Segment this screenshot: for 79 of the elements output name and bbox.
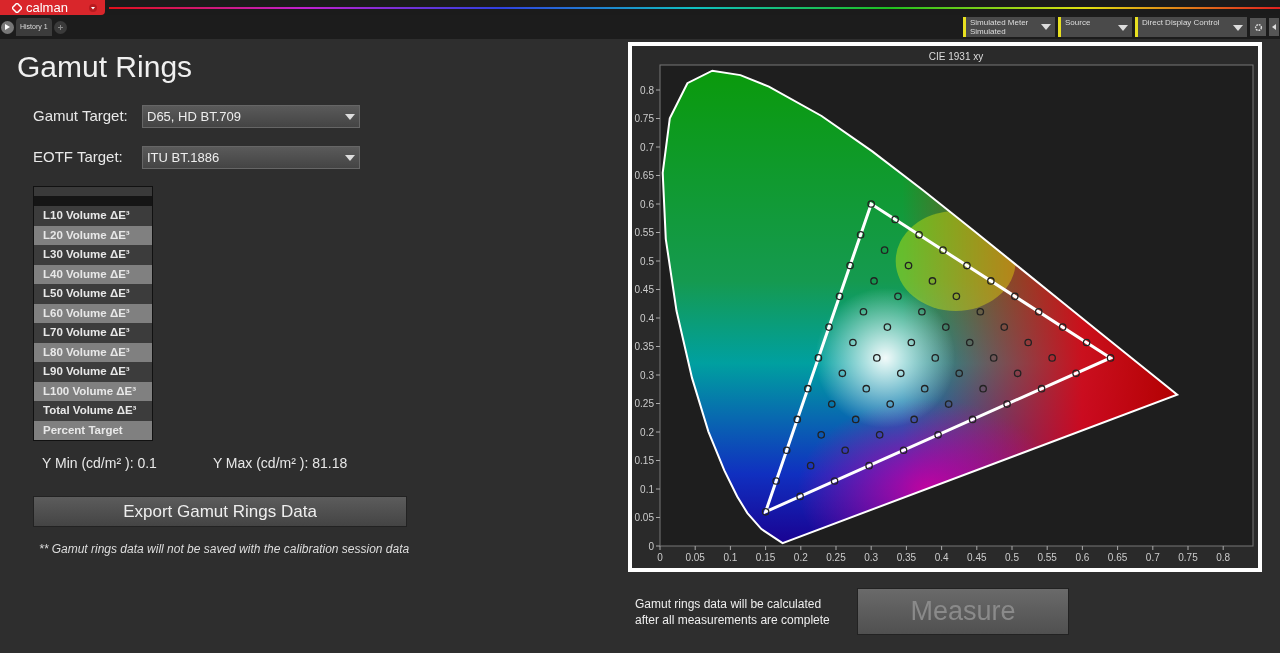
y-tick-label: 0.75 xyxy=(634,113,654,124)
row-header: L90 Volume ΔE³ xyxy=(34,362,152,382)
y-tick-label: 0 xyxy=(648,540,654,552)
x-tick-label: 0.8 xyxy=(1216,552,1231,563)
y-tick-label: 0.15 xyxy=(634,455,654,466)
caret-icon xyxy=(1041,24,1051,30)
add-tab-button[interactable] xyxy=(53,20,67,34)
back-button[interactable] xyxy=(1269,18,1279,36)
x-tick-label: 0.15 xyxy=(755,552,776,563)
caret-icon xyxy=(1118,24,1128,31)
logo-text: calman xyxy=(26,1,68,14)
logo[interactable]: calman xyxy=(0,0,105,15)
y-tick-label: 0.8 xyxy=(640,84,654,96)
x-tick-label: 0.35 xyxy=(896,552,917,563)
x-tick-label: 0.2 xyxy=(793,552,808,563)
y-tick-label: 0.45 xyxy=(634,284,654,295)
play-icon xyxy=(5,24,10,30)
y-tick-label: 0.35 xyxy=(634,341,654,352)
plus-icon xyxy=(57,24,63,30)
y-tick-label: 0.3 xyxy=(640,369,654,381)
y-min-text: Y Min (cd/m² ): 0.1 xyxy=(42,454,157,473)
meter-dropdown[interactable]: Simulated Meter Simulated xyxy=(963,17,1055,37)
row-header: L40 Volume ΔE³ xyxy=(34,264,152,284)
status-text: Gamut rings data will be calculated after all measurements are complete xyxy=(635,595,831,628)
y-tick-label: 0.7 xyxy=(640,141,654,153)
y-max-text: Y Max (cd/m² ): 81.18 xyxy=(212,454,348,473)
row-header: L30 Volume ΔE³ xyxy=(34,245,152,265)
caret-icon xyxy=(345,154,355,161)
y-tick-label: 0.25 xyxy=(634,398,654,409)
x-tick-label: 0.7 xyxy=(1145,552,1160,563)
chart-title: CIE 1931 xy xyxy=(928,51,984,62)
y-tick-label: 0.2 xyxy=(640,426,654,438)
row-header: L20 Volume ΔE³ xyxy=(34,225,152,245)
back-icon xyxy=(1272,24,1276,30)
display-control-dropdown[interactable]: Direct Display Control xyxy=(1135,17,1247,37)
note-text: ** Gamut rings data will not be saved with the calibration session data xyxy=(39,541,411,558)
row-header: L60 Volume ΔE³ xyxy=(34,303,152,323)
export-button[interactable]: Export Gamut Rings Data xyxy=(33,496,407,527)
y-tick-label: 0.55 xyxy=(634,227,654,238)
eotf-target-label: EOTF Target: xyxy=(33,147,124,168)
y-tick-label: 0.1 xyxy=(640,483,654,495)
meter-label: Simulated Meter xyxy=(970,18,1029,27)
row-header: Total Volume ΔE³ xyxy=(34,401,152,421)
row-header: L100 Volume ΔE³ xyxy=(34,381,152,401)
x-tick-label: 0.45 xyxy=(967,552,987,563)
settings-button[interactable] xyxy=(1250,18,1266,36)
page-title: Gamut Rings xyxy=(17,49,194,85)
x-tick-label: 0.3 xyxy=(864,552,879,563)
x-tick-label: 0.6 xyxy=(1075,552,1090,563)
y-tick-label: 0.65 xyxy=(634,170,654,181)
x-tick-label: 0.4 xyxy=(934,552,949,563)
row-header: Percent Target xyxy=(34,420,152,440)
caret-icon xyxy=(89,3,97,12)
y-tick-label: 0.5 xyxy=(640,255,654,267)
meter-value: Simulated xyxy=(970,27,1007,36)
y-tick-label: 0.4 xyxy=(640,312,654,324)
row-header: L10 Volume ΔE³ xyxy=(34,206,152,226)
gamut-target-label: Gamut Target: xyxy=(33,106,129,127)
gamut-target-dropdown[interactable]: D65, HD BT.709 xyxy=(142,105,360,128)
x-tick-label: 0.75 xyxy=(1178,552,1198,563)
caret-icon xyxy=(1233,24,1243,31)
x-tick-label: 0.55 xyxy=(1037,552,1057,563)
row-header: L70 Volume ΔE³ xyxy=(34,323,152,343)
y-tick-label: 0.6 xyxy=(640,198,654,210)
x-tick-label: 0 xyxy=(657,552,663,563)
settings-icon xyxy=(1253,22,1263,32)
row-header: L80 Volume ΔE³ xyxy=(34,342,152,362)
x-tick-label: 0.5 xyxy=(1005,552,1019,563)
eotf-target-dropdown[interactable]: ITU BT.1886 xyxy=(142,146,360,169)
diamond-logo-icon xyxy=(12,2,22,13)
x-tick-label: 0.25 xyxy=(826,552,846,563)
y-tick-label: 0.05 xyxy=(634,512,654,523)
row-header: L50 Volume ΔE³ xyxy=(34,284,152,304)
caret-icon xyxy=(345,113,355,120)
x-tick-label: 0.1 xyxy=(723,552,738,563)
play-button[interactable] xyxy=(1,20,14,34)
x-tick-label: 0.65 xyxy=(1107,552,1128,563)
x-tick-label: 0.05 xyxy=(685,552,705,563)
source-dropdown[interactable]: Source xyxy=(1058,17,1132,37)
